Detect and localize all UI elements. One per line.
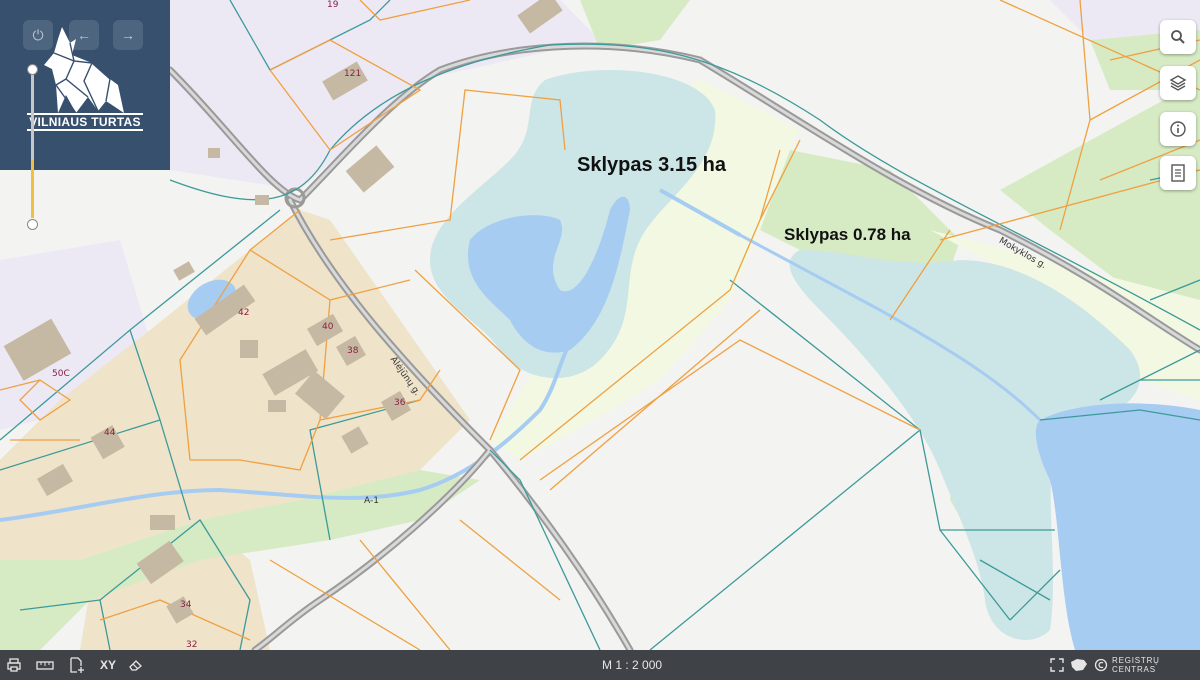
map-svg (0, 0, 1200, 656)
add-document-button[interactable] (68, 650, 86, 680)
ruler-icon (36, 661, 54, 670)
house-number: 42 (238, 308, 250, 318)
search-icon (1171, 30, 1185, 44)
layers-button[interactable] (1160, 66, 1196, 100)
house-number: 19 (327, 0, 339, 10)
brand-text: VILNIAUS TURTAS (27, 113, 143, 131)
eraser-button[interactable] (128, 650, 144, 680)
house-number: 50C (52, 369, 70, 379)
document-icon (1171, 164, 1185, 182)
zoom-slider-fill (31, 160, 34, 218)
map-scale: M 1 : 2 000 (602, 658, 663, 672)
wolf-logo-icon (44, 27, 124, 114)
eraser-icon (129, 660, 142, 671)
zoom-slider-top-handle[interactable] (27, 64, 38, 75)
measure-button[interactable] (36, 650, 54, 680)
house-number: 34 (180, 600, 192, 610)
map-canvas[interactable]: Sklypas 3.15 ha Sklypas 0.78 ha Alėjūnų … (0, 0, 1200, 656)
fullscreen-button[interactable] (1050, 650, 1064, 680)
house-number: 40 (322, 322, 334, 332)
add-document-icon (70, 657, 84, 673)
search-button[interactable] (1160, 20, 1196, 54)
parcel-label-b: Sklypas 0.78 ha (784, 225, 911, 244)
house-number: 36 (394, 398, 406, 408)
house-number: 32 (186, 640, 198, 650)
credit-link[interactable]: REGISTRŲ CENTRAS (1112, 650, 1200, 680)
road-label-a1: A-1 (364, 496, 379, 506)
bottom-toolbar: XY M 1 : 2 000 REGISTRŲ CENTRAS (0, 650, 1200, 680)
print-button[interactable] (6, 650, 22, 680)
info-icon (1170, 121, 1186, 137)
print-icon (7, 658, 21, 672)
house-number: 44 (104, 428, 116, 438)
zoom-slider-bottom-handle[interactable] (27, 219, 38, 230)
brand-panel: ⏻ ← → VILNIAUS TURTAS (0, 0, 170, 170)
lithuania-map-icon (1071, 659, 1087, 671)
fullscreen-icon (1050, 658, 1064, 672)
country-map-button[interactable] (1070, 650, 1088, 680)
copyright-icon (1094, 650, 1108, 680)
parcel-label-a: Sklypas 3.15 ha (577, 154, 726, 176)
coordinates-button[interactable]: XY (100, 650, 116, 680)
layers-icon (1169, 75, 1187, 91)
document-button[interactable] (1160, 156, 1196, 190)
house-number: 38 (347, 346, 359, 356)
house-number: 121 (344, 69, 362, 79)
info-button[interactable] (1160, 112, 1196, 146)
